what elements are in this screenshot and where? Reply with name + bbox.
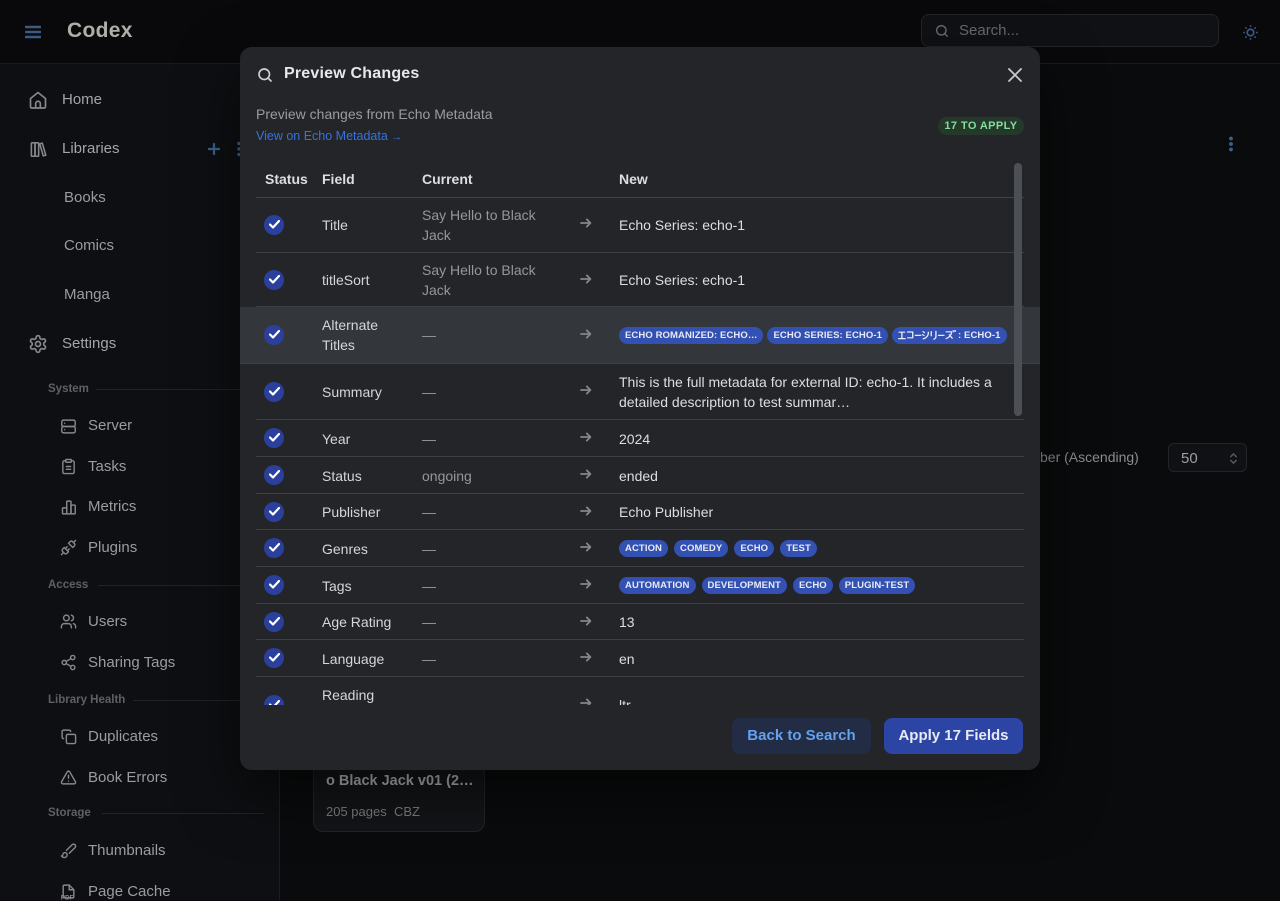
svg-text:PDF: PDF <box>61 895 74 900</box>
